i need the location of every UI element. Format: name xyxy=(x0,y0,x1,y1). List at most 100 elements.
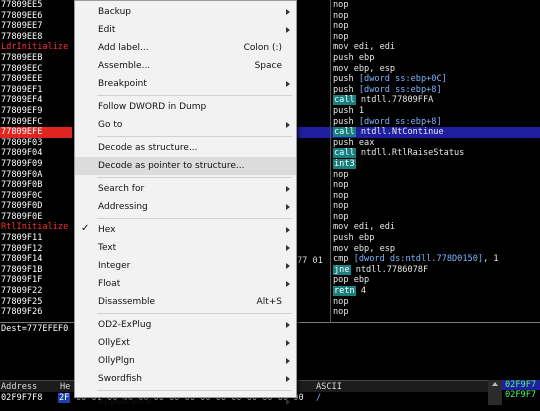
menu-item-label: Appearance xyxy=(98,397,153,407)
menu-item-follow-dword[interactable]: Follow DWORD in Dump xyxy=(75,98,296,116)
disasm-row[interactable]: push [dword ss:ebp+8] xyxy=(331,85,540,96)
address-row[interactable]: 77809F09 xyxy=(0,159,72,170)
menu-item-addressing[interactable]: Addressing xyxy=(75,198,296,216)
menu-item-ollyplgn[interactable]: OllyPlgn xyxy=(75,352,296,370)
disasm-row[interactable]: nop xyxy=(331,32,540,43)
menu-item-breakpoint[interactable]: Breakpoint xyxy=(75,75,296,93)
address-row[interactable]: 77809F0A xyxy=(0,170,72,181)
address-row[interactable]: 77809F14 xyxy=(0,254,72,265)
address-row[interactable]: 77809F12 xyxy=(0,244,72,255)
menu-item-decode-pointer-structure[interactable]: Decode as pointer to structure... xyxy=(75,157,296,175)
disasm-row[interactable]: pop ebp xyxy=(331,275,540,286)
address-row[interactable]: 77809EE8 xyxy=(0,32,72,43)
disasm-row[interactable]: push [dword ss:ebp+0C] xyxy=(331,74,540,85)
address-row[interactable]: 77809F22 xyxy=(0,286,72,297)
disasm-row[interactable]: nop xyxy=(331,170,540,181)
address-row[interactable]: 77809F1F xyxy=(0,275,72,286)
menu-item-go-to[interactable]: Go to xyxy=(75,116,296,134)
address-row[interactable]: 77809F0C xyxy=(0,191,72,202)
disasm-row[interactable]: mov ebp, esp xyxy=(331,244,540,255)
menu-item-appearance[interactable]: Appearance xyxy=(75,393,296,411)
dump-header-address[interactable]: Address xyxy=(1,382,37,392)
disasm-row[interactable]: push ebp xyxy=(331,53,540,64)
disasm-row[interactable]: jne ntdll.7786078F xyxy=(331,264,540,276)
menu-item-label: Float xyxy=(98,279,121,289)
disasm-row[interactable]: nop xyxy=(331,0,540,11)
address-row[interactable]: 77809EF9 xyxy=(0,106,72,117)
address-row[interactable]: 77809F03 xyxy=(0,138,72,149)
instruction-text: cmp xyxy=(333,254,354,265)
menu-item-backup[interactable]: Backup xyxy=(75,3,296,21)
disasm-row[interactable]: push eax xyxy=(331,138,540,149)
address-row[interactable]: 77809EEC xyxy=(0,64,72,75)
scroll-up-icon[interactable] xyxy=(492,382,498,386)
disasm-row[interactable]: mov ebp, esp xyxy=(331,64,540,75)
menu-item-od2-explug[interactable]: OD2-ExPlug xyxy=(75,316,296,334)
menu-item-hex[interactable]: ✓ Hex xyxy=(75,221,296,239)
address-row[interactable]: 77809EF4 xyxy=(0,95,72,106)
disasm-row[interactable]: nop xyxy=(331,201,540,212)
disasm-row[interactable]: nop xyxy=(331,180,540,191)
submenu-arrow-icon xyxy=(286,9,290,15)
menu-item-disassemble[interactable]: Disassemble Alt+S xyxy=(75,293,296,311)
address-row[interactable]: 77809EE7 xyxy=(0,21,72,32)
address-row[interactable]: 77809F25 xyxy=(0,297,72,308)
disasm-row[interactable]: nop xyxy=(331,297,540,308)
address-row[interactable]: 77809F26 xyxy=(0,307,72,318)
menu-item-decode-structure[interactable]: Decode as structure... xyxy=(75,139,296,157)
address-row[interactable]: 77809EFC xyxy=(0,117,72,128)
dump-header-hex[interactable]: He xyxy=(60,382,70,392)
menu-item-label: Go to xyxy=(98,120,123,130)
hex-bytes-peek: 77 01 xyxy=(297,256,323,266)
menu-item-shortcut: Alt+S xyxy=(256,297,282,307)
dump-scrollbar[interactable] xyxy=(488,380,502,405)
address-row[interactable]: 77809EE5 xyxy=(0,0,72,11)
address-row[interactable]: RtlInitialize xyxy=(0,222,72,233)
address-row[interactable]: 77809F0D xyxy=(0,201,72,212)
stack-row[interactable]: 02F9F7 xyxy=(502,380,540,390)
disasm-row[interactable]: retn 4 xyxy=(331,286,540,297)
address-row[interactable]: 77809EEB xyxy=(0,53,72,64)
menu-item-label: Add label... xyxy=(98,43,149,53)
disasm-row[interactable]: call ntdll.NtContinue xyxy=(331,127,540,138)
menu-item-label: Swordfish xyxy=(98,374,142,384)
address-row[interactable]: 77809EF1 xyxy=(0,85,72,96)
disasm-row[interactable]: call ntdll.RtlRaiseStatus xyxy=(331,148,540,159)
address-row[interactable]: 77809F11 xyxy=(0,233,72,244)
disasm-row[interactable]: mov edi, edi xyxy=(331,222,540,233)
stack-row[interactable]: 02F9F7 xyxy=(502,390,540,400)
address-row[interactable]: 77809EEE xyxy=(0,74,72,85)
address-row[interactable]: 77809EE6 xyxy=(0,11,72,22)
disasm-row[interactable]: nop xyxy=(331,21,540,32)
disasm-row[interactable]: push ebp xyxy=(331,233,540,244)
menu-item-float[interactable]: Float xyxy=(75,275,296,293)
address-row[interactable]: 77809F1B xyxy=(0,265,72,276)
address-row[interactable]: LdrInitialize xyxy=(0,42,72,53)
selected-address-row[interactable]: 77809EFE xyxy=(0,127,73,138)
disasm-row[interactable]: nop xyxy=(331,191,540,202)
menu-item-label: Addressing xyxy=(98,202,148,212)
instruction-text: mov edi, edi xyxy=(333,222,396,233)
disasm-row[interactable]: int3 xyxy=(331,158,540,170)
menu-item-assemble[interactable]: Assemble... Space xyxy=(75,57,296,75)
menu-item-swordfish[interactable]: Swordfish xyxy=(75,370,296,388)
disasm-row[interactable]: push [dword ss:ebp+8] xyxy=(331,117,540,128)
disasm-row[interactable]: push 1 xyxy=(331,106,540,117)
menu-item-search-for[interactable]: Search for xyxy=(75,180,296,198)
address-row[interactable]: 77809F04 xyxy=(0,148,72,159)
address-row[interactable]: 77809F0B xyxy=(0,180,72,191)
dump-header-ascii[interactable]: ASCII xyxy=(316,382,342,392)
menu-item-edit[interactable]: Edit xyxy=(75,21,296,39)
disasm-row[interactable]: cmp [dword ds:ntdll.778D0150], 1 xyxy=(331,254,540,265)
address-row[interactable]: 77809F0E xyxy=(0,212,72,223)
disasm-row[interactable]: nop xyxy=(331,307,540,318)
instruction-text: , 1 xyxy=(483,254,499,265)
disasm-row[interactable]: mov edi, edi xyxy=(331,42,540,53)
disasm-row[interactable]: nop xyxy=(331,11,540,22)
menu-item-add-label[interactable]: Add label... Colon (:) xyxy=(75,39,296,57)
menu-item-integer[interactable]: Integer xyxy=(75,257,296,275)
disasm-row[interactable]: call ntdll.77809FFA xyxy=(331,95,540,106)
menu-item-text[interactable]: Text xyxy=(75,239,296,257)
disasm-row[interactable]: nop xyxy=(331,212,540,223)
menu-item-ollyext[interactable]: OllyExt xyxy=(75,334,296,352)
